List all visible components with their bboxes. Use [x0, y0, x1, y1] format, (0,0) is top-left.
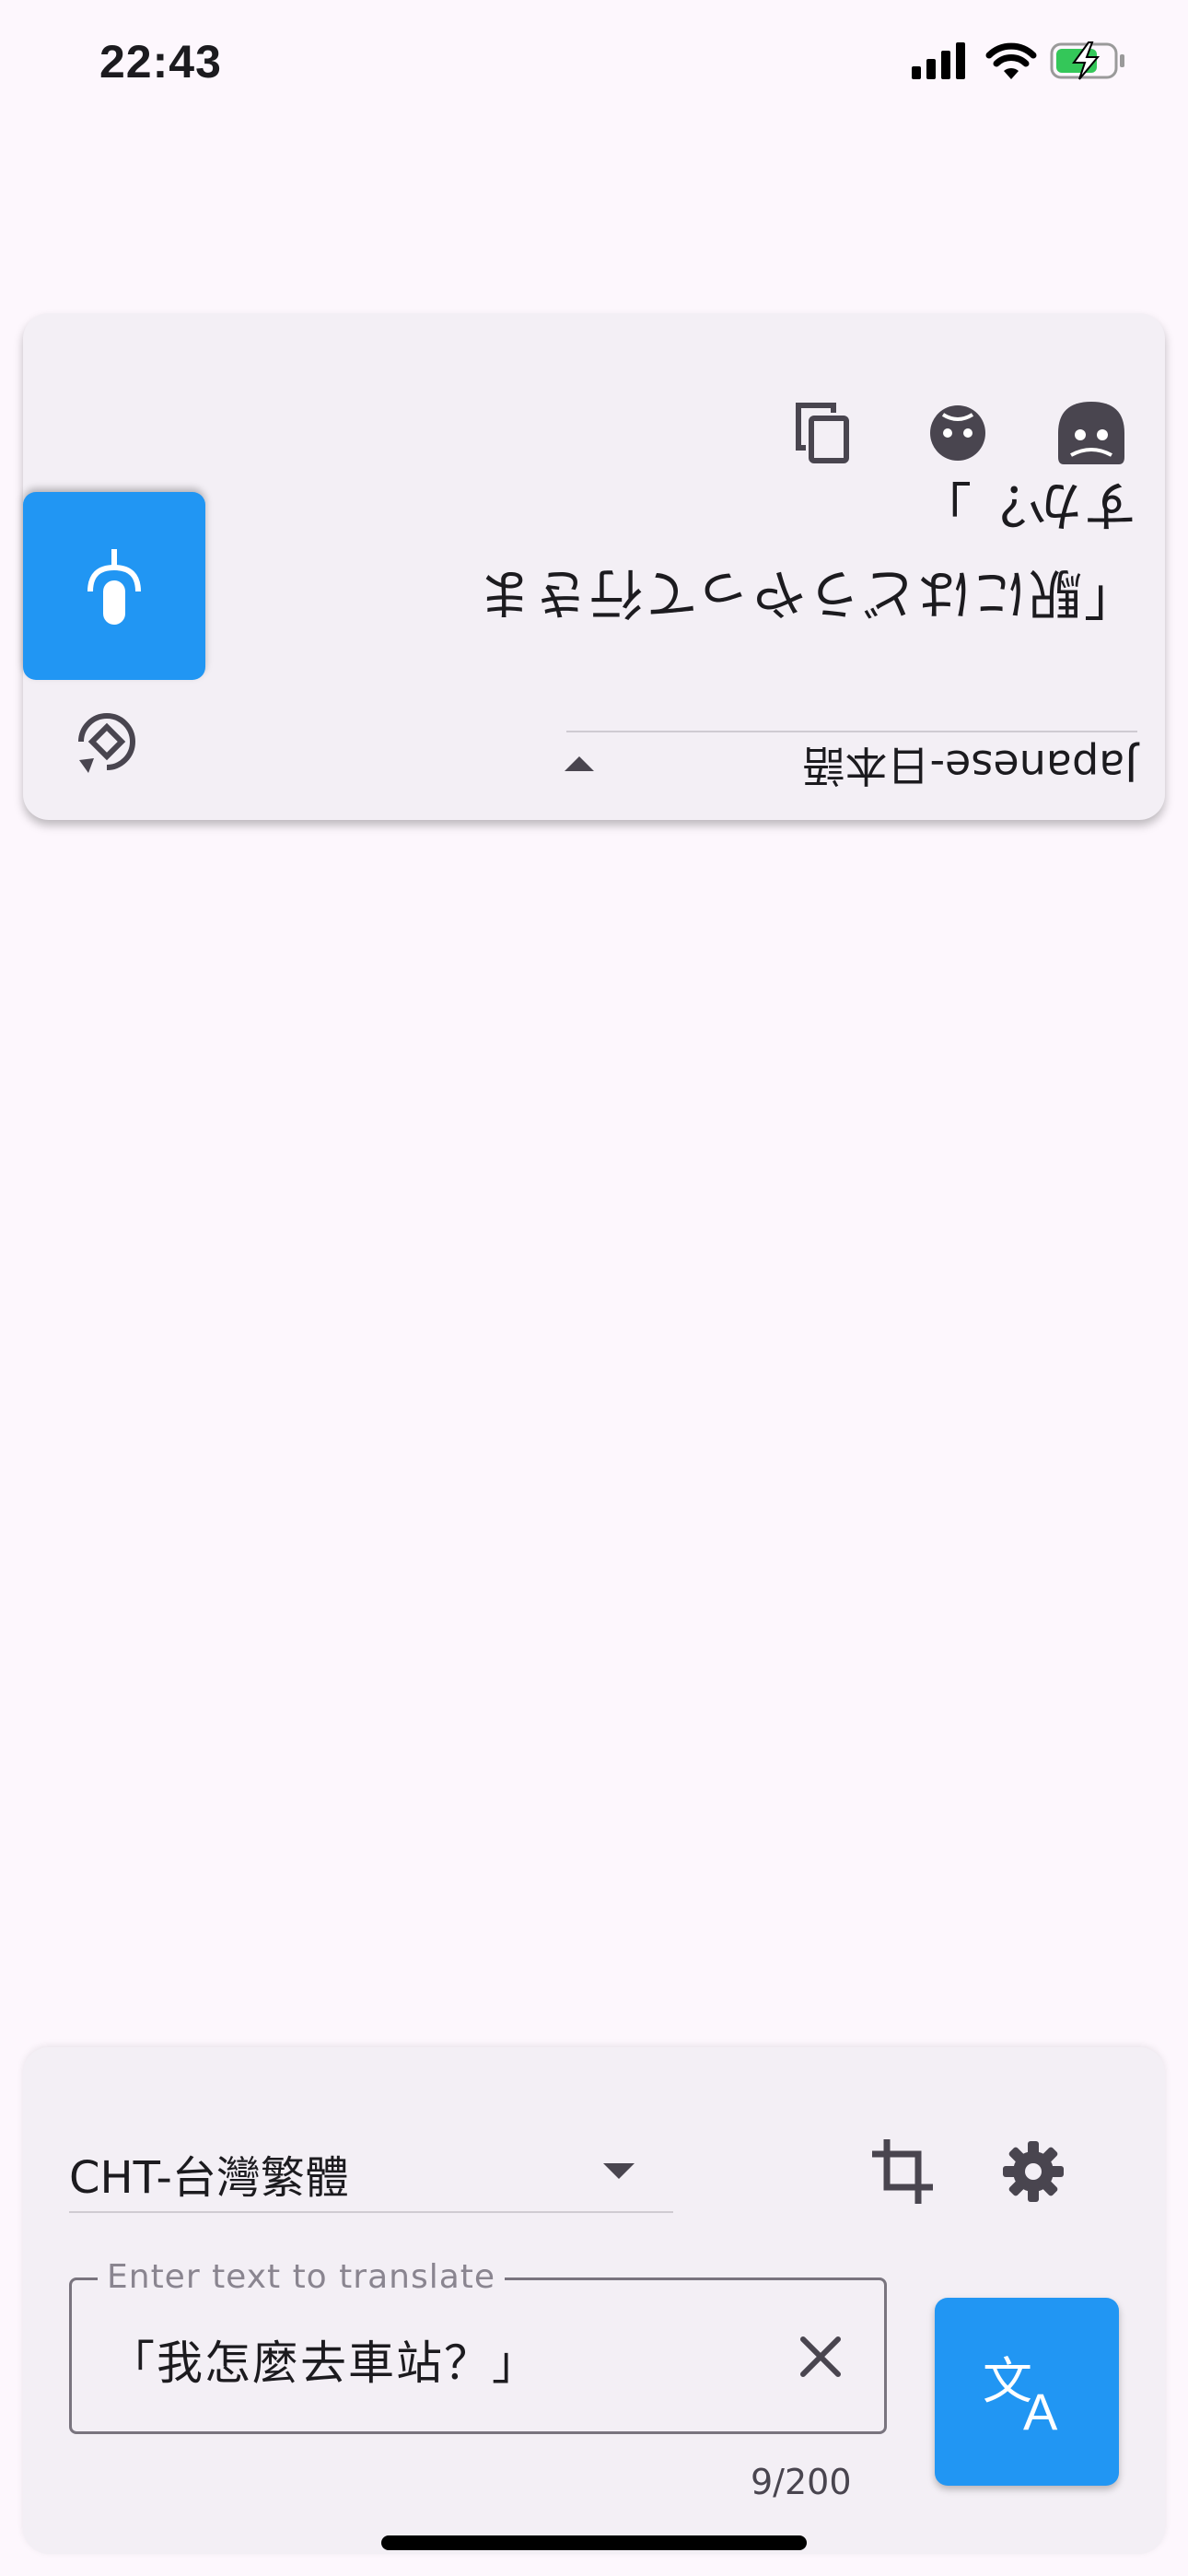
chat-bubble-icon: [930, 405, 985, 461]
face-icon: [1058, 402, 1124, 464]
translated-text: 「駅にはどうやって行きますか？」: [476, 474, 1137, 625]
translate-icon: 文 A: [983, 2352, 1058, 2433]
input-language-label: CHT-台灣繁體: [69, 2152, 349, 2204]
chat-button[interactable]: [912, 387, 1004, 479]
wifi-icon: [985, 42, 1037, 79]
input-language-selector[interactable]: CHT-台灣繁體: [69, 2130, 673, 2213]
flipped-output-content: Japanese-日本語 「駅にはどうやって行きますか？」: [23, 313, 1165, 820]
output-language-selector[interactable]: Japanese-日本語: [565, 731, 1137, 806]
translate-button[interactable]: 文 A: [935, 2298, 1119, 2486]
copy-button[interactable]: [776, 387, 868, 479]
battery-charging-icon: [1050, 41, 1124, 80]
input-panel: CHT-台灣繁體 Enter text to translate 「我怎麼去車站…: [23, 2047, 1165, 2554]
settings-button[interactable]: [992, 2130, 1075, 2213]
home-indicator[interactable]: [381, 2535, 807, 2550]
translate-input-field[interactable]: Enter text to translate 「我怎麼去車站？」: [69, 2258, 887, 2434]
character-counter: 9/200: [751, 2462, 852, 2502]
status-time: 22:43: [99, 36, 222, 88]
rotate-icon: [78, 713, 135, 773]
input-field-value[interactable]: 「我怎麼去車站？」: [109, 2326, 540, 2393]
cellular-signal-icon: [912, 42, 965, 79]
gear-icon: [1003, 2141, 1064, 2202]
face-button[interactable]: [1045, 387, 1137, 479]
microphone-button[interactable]: [23, 492, 205, 680]
rotate-button[interactable]: [65, 700, 148, 783]
mic-icon: [87, 549, 141, 625]
crop-button[interactable]: [861, 2130, 944, 2213]
input-field-label: Enter text to translate: [98, 2258, 506, 2296]
clear-icon[interactable]: [799, 2336, 842, 2378]
dropdown-arrow-icon: [603, 2163, 635, 2179]
svg-text:A: A: [1023, 2383, 1058, 2433]
crop-icon: [872, 2139, 933, 2204]
copy-icon: [796, 403, 849, 463]
dropdown-arrow-icon: [565, 756, 594, 771]
status-bar: 22:43: [0, 0, 1188, 129]
output-language-label: Japanese-日本語: [802, 741, 1137, 790]
translation-output-card: Japanese-日本語 「駅にはどうやって行きますか？」: [23, 313, 1165, 820]
